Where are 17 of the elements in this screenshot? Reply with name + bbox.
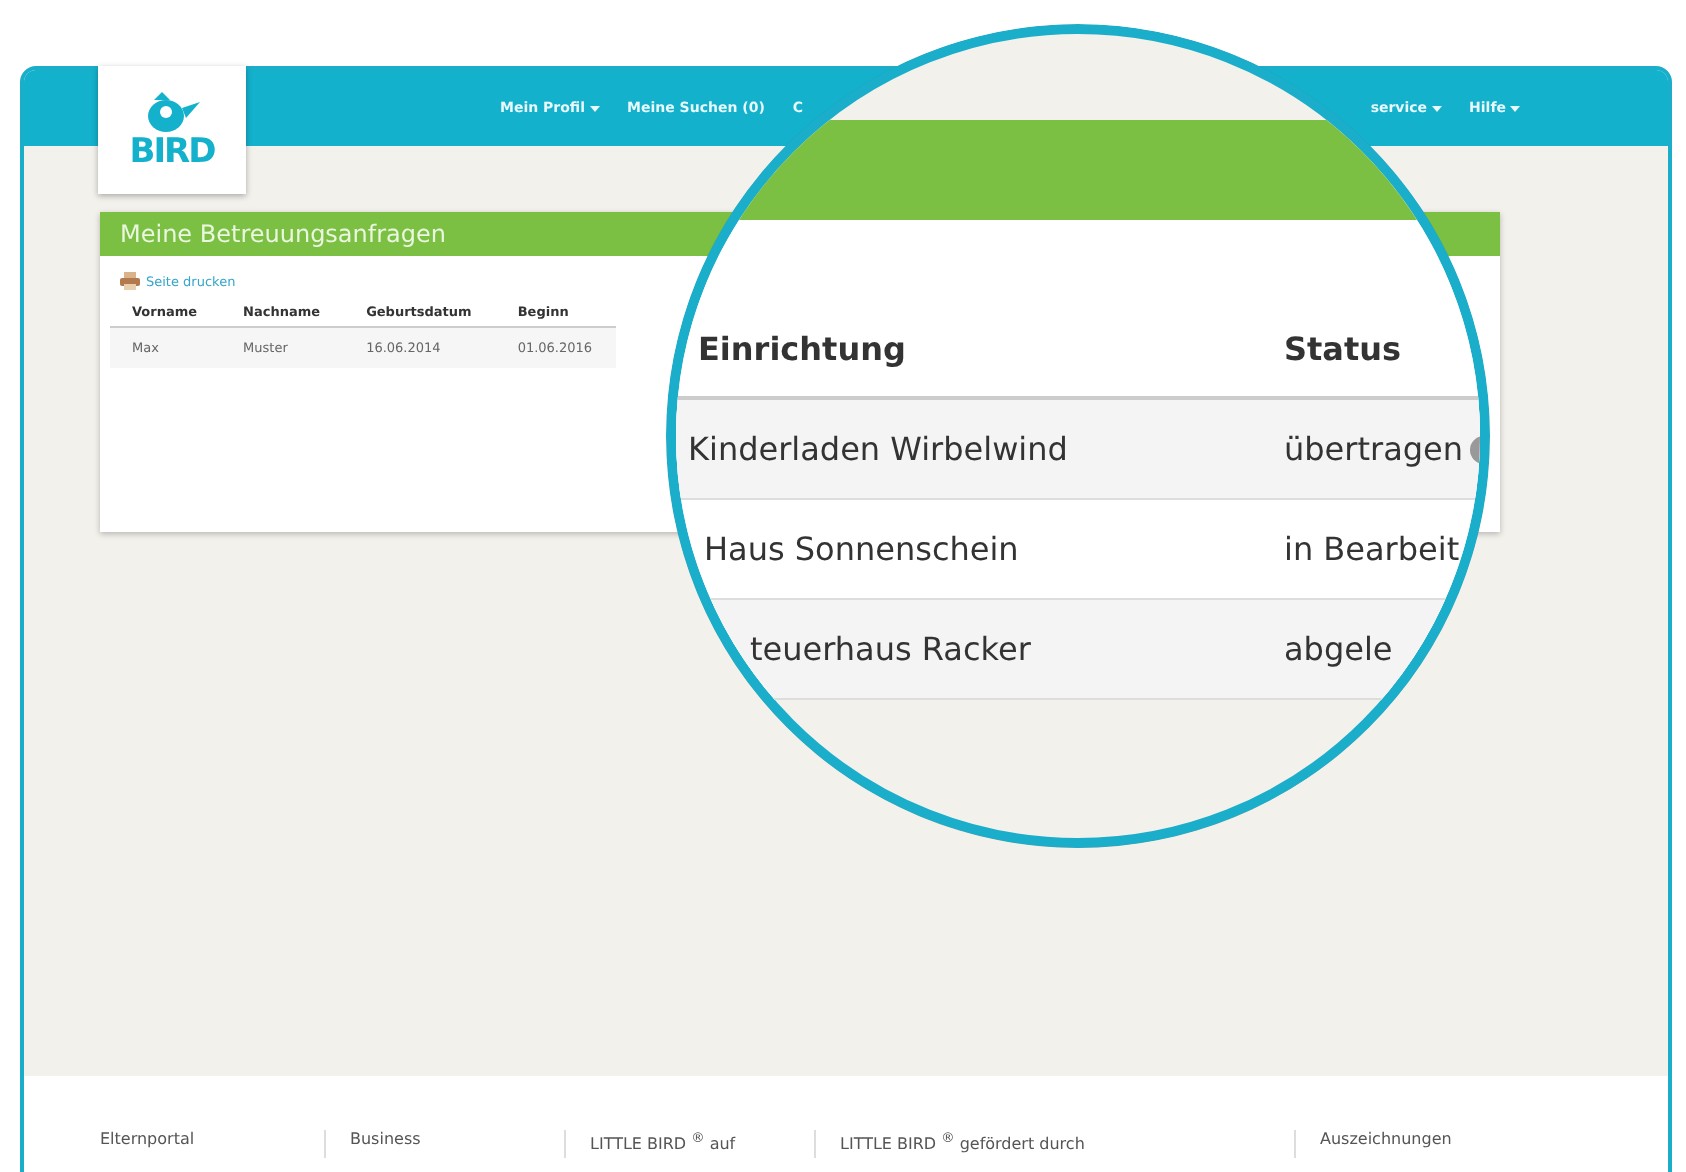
logo-text: BIRD	[129, 135, 215, 169]
table-cell: in Bearbeit	[1284, 530, 1460, 568]
footer-link[interactable]: LITTLE BIRD $^{®}$ gefördert durch	[814, 1130, 1294, 1158]
logo[interactable]: BIRD	[98, 66, 246, 194]
bird-icon	[142, 91, 202, 135]
table-cell-text: Haus Sonnenschein	[704, 530, 1021, 568]
table-cell-text: teuerhaus Racker	[750, 630, 1033, 668]
footer-link[interactable]: Elternportal	[100, 1130, 324, 1158]
footer-link[interactable]: LITTLE BIRD $^{®}$ auf	[564, 1130, 814, 1158]
footer-link[interactable]: Business	[324, 1130, 564, 1158]
column-header: Status	[1284, 329, 1404, 367]
table-cell: übertragen	[1284, 430, 1464, 468]
column-header: Einrichtung	[698, 329, 908, 367]
table-cell: abgele	[1284, 630, 1393, 668]
table-cell-text: Kinderladen Wirbelwind	[688, 430, 1070, 468]
footer-link[interactable]: Auszeichnungen	[1294, 1130, 1476, 1158]
printer-icon	[120, 272, 140, 290]
